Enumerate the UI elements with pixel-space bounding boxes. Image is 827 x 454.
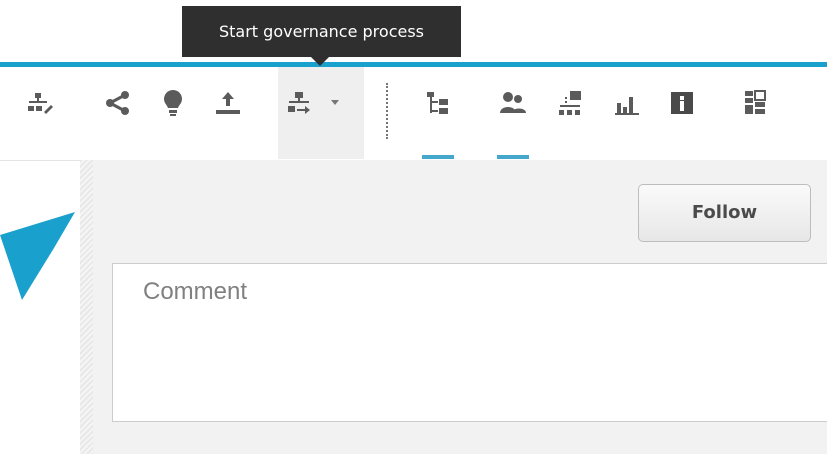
bar-chart-icon [613,89,641,117]
people-view-tab[interactable] [497,83,529,123]
workflow-edit-icon [26,91,54,115]
left-panel-edge [80,160,93,454]
people-icon [498,89,528,117]
tooltip: Start governance process [182,6,461,57]
toolbar [0,67,827,161]
workflow-edit-button[interactable] [24,83,56,123]
info-view-tab[interactable] [666,83,698,123]
chevron-down-icon [329,98,341,108]
hierarchy-icon [424,89,452,117]
tooltip-arrow [311,57,329,66]
dashboard-icon [742,88,770,118]
upload-button[interactable] [212,83,244,123]
toolbar-divider [386,83,388,139]
dashboard-tab-indicator [740,155,772,159]
info-icon [669,90,695,116]
hierarchy-tab-indicator [422,155,454,159]
share-icon [102,88,132,118]
hierarchy-view-tab[interactable] [422,83,454,123]
page: Start governance process Follow Comment [0,0,827,454]
people-tab-indicator [497,155,529,159]
dashboard-view-tab[interactable] [740,83,772,123]
share-button[interactable] [101,83,133,123]
structure-icon [556,89,584,117]
comment-input[interactable]: Comment [112,263,827,422]
bar-chart-view-tab[interactable] [611,83,643,123]
structure-view-tab[interactable] [554,83,586,123]
upload-icon [213,88,243,118]
lightbulb-icon [161,87,185,119]
governance-dropdown-button[interactable] [325,83,345,123]
start-governance-process-icon [285,89,313,117]
start-governance-process-button[interactable] [283,83,315,123]
follow-button[interactable]: Follow [638,184,811,242]
lightbulb-button[interactable] [157,83,189,123]
